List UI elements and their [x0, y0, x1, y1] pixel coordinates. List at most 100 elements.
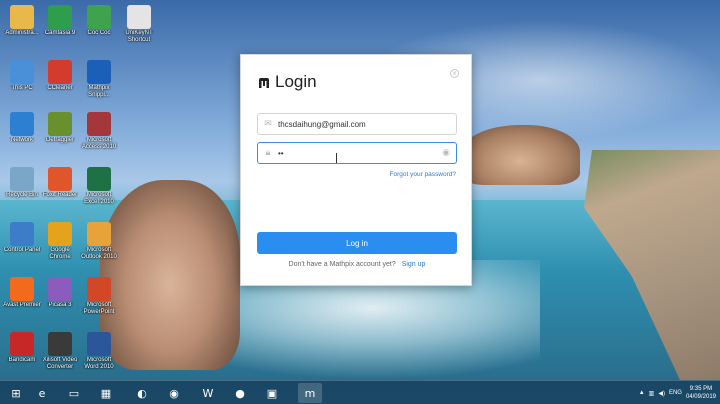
- show-password-icon[interactable]: ◉: [442, 148, 450, 158]
- xilisoft-icon: [48, 332, 72, 356]
- computer-icon: [10, 60, 34, 84]
- avast-icon: [10, 277, 34, 301]
- desktop-icon[interactable]: Control Panel: [3, 220, 41, 266]
- desktop-icon-label: Bandicam: [8, 357, 36, 363]
- desktop-icon-label: CCleaner: [47, 85, 73, 91]
- desktop-icon-label: Control Panel: [3, 247, 41, 253]
- envelope-icon: ✉: [264, 119, 272, 129]
- forgot-password-link[interactable]: Forgot your password?: [390, 171, 456, 178]
- desktop-icon-label: UniKeyNT Shortcut: [125, 30, 153, 43]
- desktop-icon[interactable]: Microsoft Word 2010: [80, 330, 118, 376]
- desktop-icon[interactable]: Picasa 3: [41, 275, 79, 321]
- desktop-icon-label: Mathpix Snippi...: [88, 85, 110, 98]
- photos-icon[interactable]: ▣: [260, 383, 284, 403]
- desktop-icon-label: Avast Premier: [3, 302, 41, 308]
- password-field[interactable]: 🔒︎ •• ◉: [257, 142, 457, 164]
- close-button[interactable]: ×: [450, 69, 459, 78]
- volume-icon[interactable]: ◀): [658, 390, 665, 397]
- desktop-icon-label: Camtasia 9: [44, 30, 76, 36]
- desktop-icon[interactable]: Mathpix Snippi...: [80, 58, 118, 104]
- desktop-icon[interactable]: Cốc Cốc: [80, 3, 118, 49]
- chrome-icon: [48, 222, 72, 246]
- recycle-bin-icon: [10, 167, 34, 191]
- mathpix-logo-icon: [259, 78, 269, 88]
- signup-link[interactable]: Sign up: [402, 261, 426, 268]
- store-icon[interactable]: ▦: [94, 383, 118, 403]
- desktop-icon[interactable]: Microsoft PowerPoint: [80, 275, 118, 321]
- text-cursor-icon: [336, 153, 340, 163]
- desktop-icon-label: Microsoft Outlook 2010: [81, 247, 117, 260]
- desktop-icon[interactable]: Recycle Bin: [3, 165, 41, 211]
- desktop-icon-label: Microsoft Word 2010: [84, 357, 114, 370]
- desktop-icon[interactable]: Google Chrome: [41, 220, 79, 266]
- desktop-icon[interactable]: Microsoft Outlook 2010: [80, 220, 118, 266]
- desktop-icon-label: Recycle Bin: [6, 192, 38, 198]
- powerpoint-icon: [87, 277, 111, 301]
- desktop-icon[interactable]: Bandicam: [3, 330, 41, 376]
- login-button[interactable]: Log in: [257, 232, 457, 254]
- desktop-icon-label: Defraggler: [45, 137, 74, 143]
- outlook-icon: [87, 222, 111, 246]
- desktop-icon[interactable]: CCleaner: [41, 58, 79, 104]
- desktop-icon[interactable]: Camtasia 9: [41, 3, 79, 49]
- lock-icon: 🔒︎: [265, 148, 271, 158]
- network-tray-icon[interactable]: ▥: [649, 390, 655, 397]
- desktop-icon-label: Network: [10, 137, 33, 143]
- email-value: thcsdaihung@gmail.com: [278, 119, 366, 129]
- mathpix-icon[interactable]: m: [298, 383, 322, 403]
- chrome-icon[interactable]: ◉: [162, 383, 186, 403]
- desktop-icon-label: Picasa 3: [48, 302, 72, 308]
- windows-start-icon[interactable]: ⊞: [4, 383, 28, 403]
- ccleaner-icon: [48, 60, 72, 84]
- desktop-icon-label: Foxit Reader: [42, 192, 78, 198]
- desktop-icon[interactable]: Microsoft Excel 2010: [80, 165, 118, 211]
- desktop-icon[interactable]: Xilisoft Video Converter: [41, 330, 79, 376]
- file-explorer-icon[interactable]: ▭: [62, 383, 86, 403]
- desktop-icon[interactable]: Avast Premier: [3, 275, 41, 321]
- desktop-icon-label: Cốc Cốc: [87, 30, 111, 36]
- password-value: ••: [278, 148, 284, 158]
- desktop-icon[interactable]: Foxit Reader: [41, 165, 79, 211]
- desktop-icon-label: Xilisoft Video Converter: [42, 357, 78, 370]
- email-field[interactable]: ✉ thcsdaihung@gmail.com: [257, 113, 457, 135]
- desktop-icon-label: Google Chrome: [49, 247, 71, 260]
- word-icon: [87, 332, 111, 356]
- picasa-icon: [48, 277, 72, 301]
- desktop-icon-label: Microsoft Excel 2010: [84, 192, 114, 205]
- login-dialog: × Login ✉ thcsdaihung@gmail.com 🔒︎ •• ◉ …: [240, 54, 472, 286]
- clock-date: 04/09/2019: [685, 394, 716, 400]
- bandicam-icon[interactable]: ●: [228, 383, 252, 403]
- foxit-icon: [48, 167, 72, 191]
- signup-prompt: Don't have a Mathpix account yet?: [288, 261, 396, 268]
- coccoc-icon[interactable]: ◐: [130, 383, 154, 403]
- bandicam-icon: [10, 332, 34, 356]
- clock[interactable]: 9:35 PM 04/09/2019: [686, 385, 716, 401]
- desktop-icon[interactable]: This PC: [3, 58, 41, 104]
- language-indicator[interactable]: ENG: [669, 390, 682, 396]
- desktop-icon[interactable]: Defraggler: [41, 110, 79, 156]
- desktop-icon-label: Microsoft PowerPoint: [83, 302, 115, 315]
- desktop-icon[interactable]: Microsoft Access 2010: [80, 110, 118, 156]
- clock-time: 9:35 PM: [689, 386, 713, 392]
- desktop-icon-grid: Administra... Camtasia 9 Cốc Cốc UniKeyNT S…: [0, 0, 170, 380]
- word-icon[interactable]: W: [196, 383, 220, 403]
- background-rock-right: [460, 125, 580, 185]
- unikey-icon: [127, 5, 151, 29]
- desktop-icon-label: This PC: [11, 85, 33, 91]
- desktop-icon[interactable]: Administra...: [3, 3, 41, 49]
- dialog-title: Login: [275, 72, 317, 91]
- system-tray: ▲ ▥ ◀) ENG 9:35 PM 04/09/2019: [639, 381, 716, 404]
- defraggler-icon: [48, 112, 72, 136]
- access-icon: [87, 112, 111, 136]
- taskbar: ▲ ▥ ◀) ENG 9:35 PM 04/09/2019 ⊞ e ▭ ▦ ◐ ◉ W ● ▣ m: [0, 380, 720, 404]
- mathpix-icon: [87, 60, 111, 84]
- desktop-icon[interactable]: Network: [3, 110, 41, 156]
- internet-explorer-icon[interactable]: e: [30, 383, 54, 403]
- control-panel-icon: [10, 222, 34, 246]
- network-icon: [10, 112, 34, 136]
- signup-row: Don't have a Mathpix account yet? Sign u…: [241, 261, 473, 268]
- desktop-icon-label: Microsoft Access 2010: [81, 137, 117, 150]
- tray-up-arrow-icon[interactable]: ▲: [639, 390, 645, 396]
- coccoc-icon: [87, 5, 111, 29]
- desktop-icon[interactable]: UniKeyNT Shortcut: [120, 3, 158, 49]
